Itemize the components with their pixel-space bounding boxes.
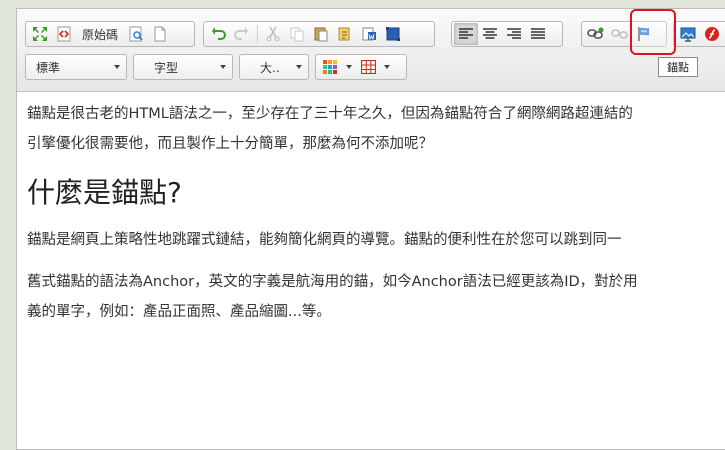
format-combo[interactable]: 標準 <box>25 54 127 80</box>
text-line: 義的單字，例如：產品正面照、產品縮圖...等。 <box>27 304 331 320</box>
source-button[interactable]: 原始碼 <box>76 23 124 45</box>
color-grid-icon[interactable] <box>318 56 342 78</box>
chevron-down-icon <box>220 65 226 69</box>
align-right-icon[interactable] <box>502 23 526 45</box>
new-page-icon[interactable] <box>148 23 172 45</box>
flash-icon[interactable] <box>700 23 724 45</box>
text-line: 錨點是很古老的HTML語法之一，至少存在了三十年之久，但因為錨點符合了網際網路超… <box>27 106 633 122</box>
toolbar-group-media <box>673 21 725 47</box>
table-icon[interactable] <box>356 56 380 78</box>
maximize-icon[interactable] <box>28 23 52 45</box>
anchor-button-highlight <box>630 9 676 55</box>
image-icon[interactable] <box>676 23 700 45</box>
heading-what-is-anchor: 什麼是錨點? <box>27 176 182 209</box>
chevron-down-icon <box>296 65 302 69</box>
unlink-icon[interactable] <box>608 23 632 45</box>
toolbar-group-document: 原始碼 <box>25 21 195 47</box>
chevron-down-icon[interactable] <box>384 65 390 69</box>
copy-icon[interactable] <box>285 23 309 45</box>
toolbar-group-alignment <box>451 21 563 47</box>
cut-icon[interactable] <box>261 23 285 45</box>
paragraph-anchor-definition: 錨點是網頁上策略性地跳躍式鏈結，能夠簡化網頁的導覽。錨點的便利性在於您可以跳到同… <box>27 232 622 248</box>
paste-text-icon[interactable] <box>333 23 357 45</box>
toolbar-group-clipboard <box>203 21 435 47</box>
align-center-icon[interactable] <box>478 23 502 45</box>
chevron-down-icon <box>114 65 120 69</box>
font-combo-value: 字型 <box>154 60 179 75</box>
paragraph-anchor-syntax: 舊式錨點的語法為Anchor，英文的字義是航海用的錨，如今Anchor語法已經更… <box>27 267 725 327</box>
redo-icon[interactable] <box>230 23 254 45</box>
toolbar-group-colors <box>315 54 407 80</box>
editor-toolbar: 原始碼 錨點 標準 字型 大.. <box>17 9 725 92</box>
font-combo[interactable]: 字型 <box>133 54 233 80</box>
size-combo[interactable]: 大.. <box>239 54 309 80</box>
anchor-tooltip: 錨點 <box>658 57 698 77</box>
size-combo-value: 大.. <box>260 60 280 75</box>
preview-icon[interactable] <box>124 23 148 45</box>
toolbar-separator <box>257 25 258 43</box>
chevron-down-icon[interactable] <box>346 65 352 69</box>
link-icon[interactable] <box>584 23 608 45</box>
align-left-icon[interactable] <box>454 23 478 45</box>
select-all-icon[interactable] <box>381 23 405 45</box>
text-line: 舊式錨點的語法為Anchor，英文的字義是航海用的錨，如今Anchor語法已經更… <box>27 274 638 290</box>
align-justify-icon[interactable] <box>526 23 550 45</box>
paragraph-intro: 錨點是很古老的HTML語法之一，至少存在了三十年之久，但因為錨點符合了網際網路超… <box>27 99 725 159</box>
editor-content[interactable]: 錨點是很古老的HTML語法之一，至少存在了三十年之久，但因為錨點符合了網際網路超… <box>27 99 725 339</box>
paste-icon[interactable] <box>309 23 333 45</box>
undo-icon[interactable] <box>206 23 230 45</box>
rich-text-editor: 原始碼 錨點 標準 字型 大.. 錨點是很古老的HTML語法之一，至少存在了三十… <box>16 8 725 450</box>
text-line: 引擎優化很需要他，而且製作上十分簡單，那麼為何不添加呢？ <box>27 136 433 152</box>
source-icon[interactable] <box>52 23 76 45</box>
paste-word-icon[interactable] <box>357 23 381 45</box>
format-combo-value: 標準 <box>36 60 61 75</box>
